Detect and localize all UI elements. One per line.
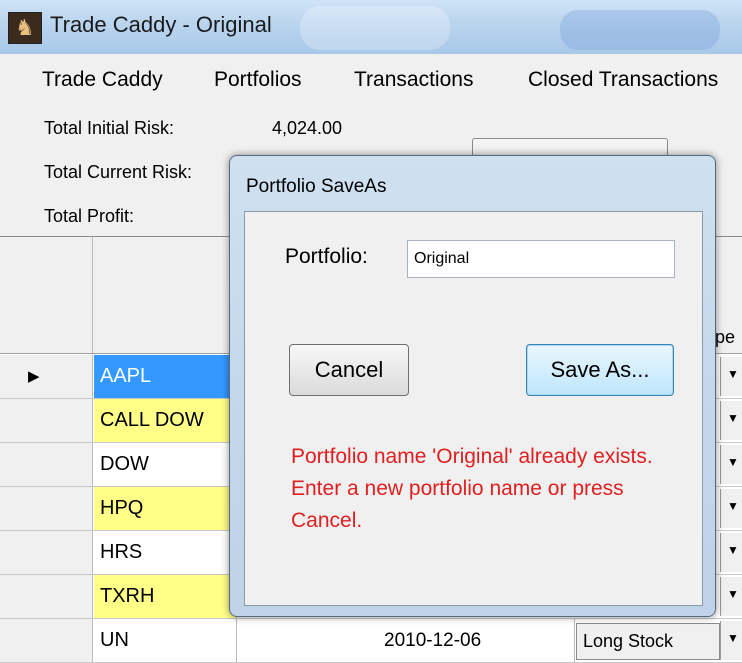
chevron-down-icon: ▼ — [727, 367, 739, 381]
chevron-down-icon: ▼ — [727, 455, 739, 469]
type-dropdown-button[interactable]: ▼ — [720, 489, 742, 528]
chevron-down-icon: ▼ — [727, 499, 739, 513]
initial-risk-value: 4,024.00 — [272, 118, 343, 138]
chevron-down-icon: ▼ — [727, 587, 739, 601]
error-message: Portfolio name 'Original' already exists… — [291, 445, 653, 532]
row-header[interactable] — [0, 487, 93, 530]
current-row-arrow-icon: ▶ — [28, 368, 40, 385]
menu-trade-caddy[interactable]: Trade Caddy — [42, 68, 163, 92]
portfolio-saveas-dialog: Portfolio SaveAs Portfolio: Cancel Save … — [229, 155, 716, 617]
current-risk-label: Total Current Risk: — [44, 162, 193, 182]
portfolio-name-input[interactable] — [407, 240, 675, 278]
symbol-cell[interactable]: HRS — [94, 531, 237, 574]
type-dropdown-button[interactable]: ▼ — [720, 533, 742, 572]
portfolio-label: Portfolio: — [285, 245, 368, 268]
row-header[interactable] — [0, 619, 93, 662]
symbol-cell[interactable]: DOW — [94, 443, 237, 486]
chevron-down-icon: ▼ — [727, 543, 739, 557]
type-dropdown-button[interactable]: ▼ — [720, 401, 742, 440]
save-as-button[interactable]: Save As... — [526, 344, 674, 396]
dialog-title: Portfolio SaveAs — [246, 176, 387, 197]
profit-label: Total Profit: — [44, 206, 135, 226]
window-title: Trade Caddy - Original — [50, 12, 272, 37]
symbol-column-header[interactable] — [94, 237, 235, 353]
chevron-down-icon: ▼ — [727, 631, 739, 645]
symbol-cell[interactable]: UN — [94, 619, 237, 662]
row-header[interactable]: ▶ — [0, 355, 93, 398]
type-dropdown-button[interactable]: ▼ — [720, 357, 742, 396]
type-dropdown-button[interactable]: ▼ — [720, 577, 742, 616]
menu-portfolios[interactable]: Portfolios — [214, 68, 302, 92]
menu-transactions[interactable]: Transactions — [354, 68, 473, 92]
title-bar: ♞ Trade Caddy - Original — [0, 0, 742, 54]
cancel-button[interactable]: Cancel — [289, 344, 409, 396]
symbol-cell[interactable]: HPQ — [94, 487, 237, 530]
symbol-cell[interactable]: CALL DOW — [94, 399, 237, 442]
date-cell[interactable]: 2010-12-06 — [378, 619, 575, 662]
symbol-cell[interactable]: TXRH — [94, 575, 237, 618]
menu-closed-transactions[interactable]: Closed Transactions — [528, 68, 718, 92]
row-header[interactable] — [0, 399, 93, 442]
initial-risk-label: Total Initial Risk: — [44, 118, 175, 138]
symbol-cell[interactable]: AAPL — [94, 355, 237, 398]
type-dropdown-button[interactable]: ▼ — [720, 445, 742, 484]
type-select[interactable]: Long Stock — [576, 623, 720, 660]
menu-bar: Trade Caddy Portfolios Transactions Clos… — [0, 54, 742, 106]
dialog-body: Portfolio: Cancel Save As... Portfolio n… — [244, 211, 703, 606]
chevron-down-icon: ▼ — [727, 411, 739, 425]
row-header[interactable] — [0, 443, 93, 486]
app-icon: ♞ — [8, 12, 42, 44]
type-dropdown-button[interactable]: ▼ — [720, 621, 742, 660]
row-header[interactable] — [0, 531, 93, 574]
row-header[interactable] — [0, 575, 93, 618]
table-row[interactable]: UN 2010-12-06 Long Stock ▼ — [0, 619, 742, 663]
